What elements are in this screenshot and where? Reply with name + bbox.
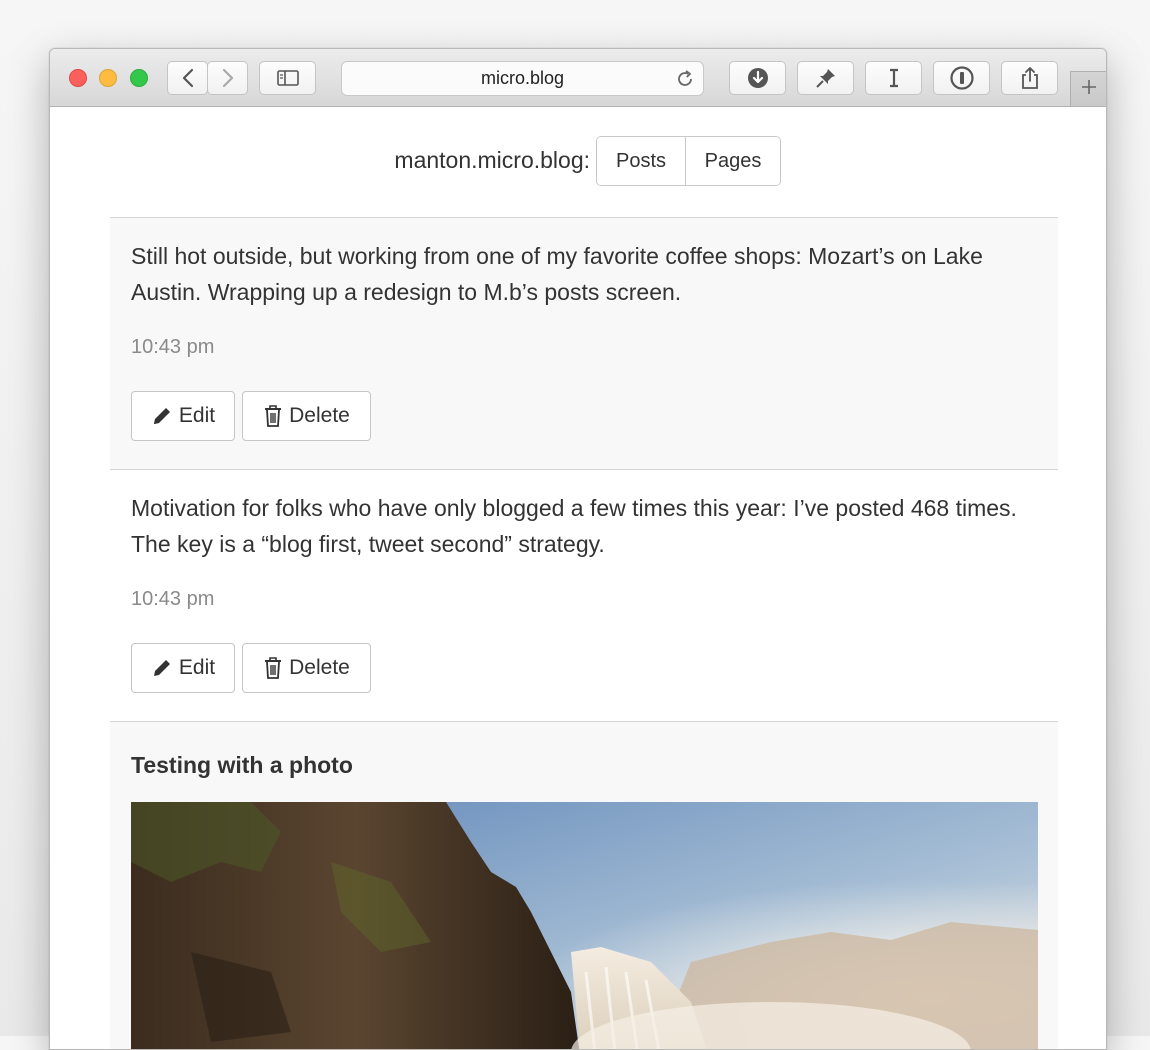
pencil-icon <box>151 405 173 427</box>
post-item: Testing with a photo <box>110 721 1058 1049</box>
trash-icon <box>263 656 283 680</box>
back-icon <box>181 68 195 88</box>
post-text: Motivation for folks who have only blogg… <box>131 495 1017 557</box>
1password-icon <box>949 66 974 90</box>
edit-button-label: Edit <box>178 404 216 427</box>
1password-button[interactable] <box>933 61 990 95</box>
share-button[interactable] <box>1001 61 1058 95</box>
post-time[interactable]: 10:43 pm <box>131 588 214 611</box>
tab-posts[interactable]: Posts <box>597 137 685 185</box>
post-item: Still hot outside, but working from one … <box>110 217 1058 470</box>
site-header: manton.micro.blog: Posts Pages <box>50 136 1106 186</box>
post-text: Still hot outside, but working from one … <box>131 243 983 305</box>
page-content: manton.micro.blog: Posts Pages Still hot… <box>50 107 1106 1049</box>
downloads-button[interactable] <box>729 61 786 95</box>
trash-icon <box>263 404 283 428</box>
browser-toolbar: micro.blog <box>50 49 1106 107</box>
delete-button-label: Delete <box>289 404 350 427</box>
edit-button-label: Edit <box>178 656 216 679</box>
pencil-icon <box>151 657 173 679</box>
post-time[interactable]: 10:43 pm <box>131 336 214 359</box>
delete-button[interactable]: Delete <box>242 643 371 693</box>
browser-window: micro.blog manton.micro.blog: Posts Page… <box>49 48 1107 1050</box>
share-icon <box>1020 66 1040 90</box>
post-title: Testing with a photo <box>131 752 353 778</box>
forward-button[interactable] <box>207 61 248 95</box>
pin-icon <box>815 67 837 89</box>
post-item: Motivation for folks who have only blogg… <box>110 469 1058 722</box>
download-icon <box>747 67 769 89</box>
close-window-button[interactable] <box>69 69 87 87</box>
site-name: manton.micro.blog: <box>394 147 590 173</box>
reload-icon[interactable] <box>675 69 695 94</box>
pin-button[interactable] <box>797 61 854 95</box>
instapaper-button[interactable] <box>865 61 922 95</box>
sidebar-button[interactable] <box>259 61 316 95</box>
edit-button[interactable]: Edit <box>131 391 235 441</box>
posts-pages-switcher: Posts Pages <box>596 136 781 186</box>
delete-button[interactable]: Delete <box>242 391 371 441</box>
zoom-window-button[interactable] <box>130 69 148 87</box>
address-bar[interactable]: micro.blog <box>341 61 704 96</box>
address-url: micro.blog <box>480 68 565 88</box>
edit-button[interactable]: Edit <box>131 643 235 693</box>
sidebar-icon <box>276 70 299 86</box>
new-tab-button[interactable] <box>1070 71 1106 106</box>
forward-icon <box>221 68 235 88</box>
post-photo <box>131 802 1038 1049</box>
back-button[interactable] <box>167 61 208 95</box>
tab-pages[interactable]: Pages <box>685 137 780 185</box>
delete-button-label: Delete <box>289 656 350 679</box>
new-tab-icon <box>1080 78 1098 101</box>
instapaper-icon <box>887 68 901 88</box>
minimize-window-button[interactable] <box>99 69 117 87</box>
